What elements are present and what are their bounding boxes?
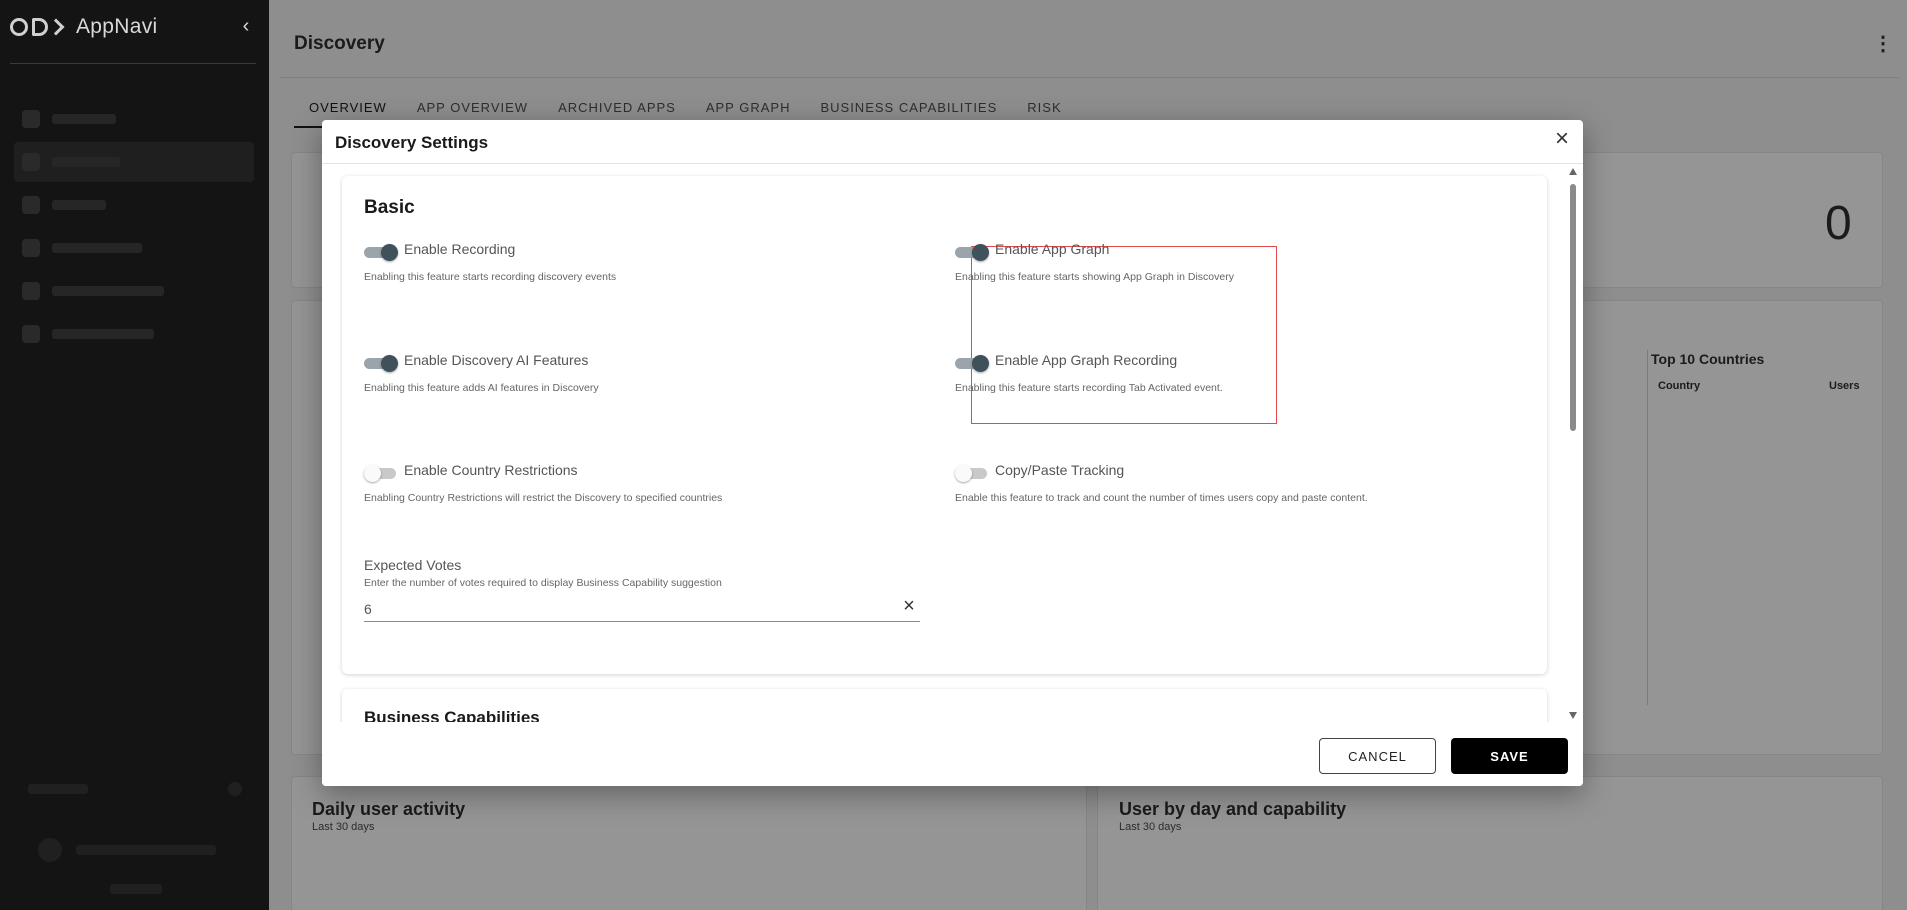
basic-section: Basic Enable Recording Enabling this fea… <box>342 176 1547 674</box>
daily-activity-card <box>291 776 1087 910</box>
setting-description: Enabling this feature starts recording d… <box>364 271 617 283</box>
setting-label: Enable Discovery AI Features <box>404 352 589 368</box>
scroll-up-arrow-icon[interactable] <box>1569 168 1577 175</box>
brand-logo: AppNavi <box>10 12 157 42</box>
scroll-thumb[interactable] <box>1570 184 1576 431</box>
setting-enable-app-graph-recording: Enable App Graph Recording Enabling this… <box>953 349 1513 409</box>
setting-label: Enable App Graph Recording <box>995 352 1178 368</box>
setting-enable-country-restrictions: Enable Country Restrictions Enabling Cou… <box>362 459 922 519</box>
countries-col-country: Country <box>1658 380 1701 392</box>
vertical-dots-icon[interactable]: ⋮ <box>1873 34 1893 54</box>
sidebar-item-active[interactable] <box>14 142 254 182</box>
section-title-basic: Basic <box>364 197 415 218</box>
setting-description: Enabling this feature adds AI features i… <box>364 382 599 394</box>
sidebar-version <box>110 884 162 894</box>
expected-votes-input[interactable] <box>364 590 920 622</box>
user-by-day-subtitle: Last 30 days <box>1119 821 1182 833</box>
cancel-button[interactable]: CANCEL <box>1319 738 1436 774</box>
sidebar: AppNavi ‹ <box>0 0 269 910</box>
daily-activity-subtitle: Last 30 days <box>312 821 375 833</box>
sidebar-footer-icon[interactable] <box>228 782 242 796</box>
sidebar-item[interactable] <box>14 314 254 354</box>
setting-description: Enable this feature to track and count t… <box>955 492 1368 504</box>
nav-icon <box>22 110 40 128</box>
user-by-day-card <box>1097 776 1883 910</box>
countries-title: Top 10 Countries <box>1651 351 1765 367</box>
sidebar-divider <box>10 63 256 64</box>
dialog-footer: CANCEL SAVE <box>322 722 1583 786</box>
nav-icon <box>22 325 40 343</box>
sidebar-user-name <box>76 845 216 855</box>
toggle-copy-paste-tracking[interactable] <box>955 465 989 482</box>
toggle-enable-discovery-ai[interactable] <box>364 355 398 372</box>
sidebar-item[interactable] <box>14 99 254 139</box>
user-by-day-title: User by day and capability <box>1119 799 1347 819</box>
avatar[interactable] <box>38 838 62 862</box>
expected-votes-help: Enter the number of votes required to di… <box>364 577 722 589</box>
nav-icon <box>22 282 40 300</box>
discovery-settings-dialog: Discovery Settings × Basic Enable Record… <box>322 120 1583 786</box>
close-icon[interactable]: × <box>1551 127 1573 151</box>
dialog-title: Discovery Settings <box>335 133 489 152</box>
setting-label: Enable Country Restrictions <box>404 462 578 478</box>
nav-icon <box>22 196 40 214</box>
setting-description: Enabling this feature starts recording T… <box>955 382 1223 394</box>
setting-enable-app-graph: Enable App Graph Enabling this feature s… <box>953 238 1513 298</box>
stat-value: 0 <box>1825 197 1852 250</box>
page-header <box>279 8 1899 78</box>
toggle-enable-app-graph[interactable] <box>955 244 989 261</box>
section-title-business-capabilities: Business Capabilities <box>364 708 540 722</box>
appnavi-logo-icon <box>10 18 65 36</box>
setting-copy-paste-tracking: Copy/Paste Tracking Enable this feature … <box>953 459 1513 519</box>
setting-description: Enabling this feature starts showing App… <box>955 271 1234 283</box>
setting-label: Copy/Paste Tracking <box>995 462 1125 478</box>
dialog-body[interactable]: Basic Enable Recording Enabling this fea… <box>322 165 1583 722</box>
toggle-enable-recording[interactable] <box>364 244 398 261</box>
setting-description: Enabling Country Restrictions will restr… <box>364 492 723 504</box>
dialog-header: Discovery Settings × <box>322 120 1583 164</box>
business-capabilities-section: Business Capabilities <box>342 689 1547 722</box>
sidebar-footer-label <box>28 784 88 794</box>
page-title: Discovery <box>294 33 385 54</box>
dialog-scrollbar[interactable] <box>1567 165 1579 722</box>
chevron-left-icon[interactable]: ‹ <box>236 16 256 36</box>
setting-enable-discovery-ai: Enable Discovery AI Features Enabling th… <box>362 349 922 409</box>
countries-col-users: Users <box>1829 380 1860 392</box>
setting-label: Enable Recording <box>404 241 516 257</box>
toggle-enable-app-graph-recording[interactable] <box>955 355 989 372</box>
sidebar-item[interactable] <box>14 228 254 268</box>
setting-label: Enable App Graph <box>995 241 1110 257</box>
setting-enable-recording: Enable Recording Enabling this feature s… <box>362 238 922 298</box>
nav-icon <box>22 239 40 257</box>
scroll-down-arrow-icon[interactable] <box>1569 712 1577 719</box>
brand-name: AppNavi <box>76 15 158 38</box>
nav-icon <box>22 153 40 171</box>
sidebar-item[interactable] <box>14 185 254 225</box>
daily-activity-title: Daily user activity <box>312 799 466 819</box>
expected-votes-label: Expected Votes <box>364 557 462 573</box>
sidebar-item[interactable] <box>14 271 254 311</box>
clear-icon[interactable]: × <box>900 596 918 616</box>
toggle-enable-country-restrictions[interactable] <box>364 465 398 482</box>
save-button[interactable]: SAVE <box>1451 738 1568 774</box>
countries-divider <box>1647 350 1648 705</box>
